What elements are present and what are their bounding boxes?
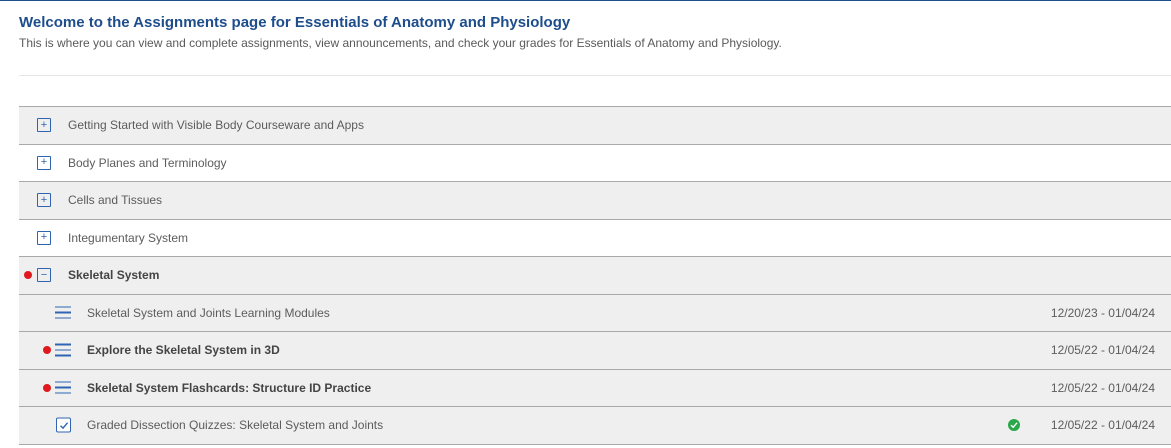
assignment-title[interactable]: Skeletal System and Joints Learning Modu… xyxy=(87,306,330,320)
collapse-icon[interactable]: − xyxy=(37,268,51,283)
page-header: Welcome to the Assignments page for Esse… xyxy=(19,14,1159,51)
assignment-row[interactable]: Explore the Skeletal System in 3D 12/05/… xyxy=(19,332,1171,370)
assignment-list: + Getting Started with Visible Body Cour… xyxy=(19,106,1171,445)
section-label[interactable]: Body Planes and Terminology xyxy=(68,156,227,170)
assignment-dates: 12/05/22 - 01/04/24 xyxy=(1050,418,1155,433)
assignment-title[interactable]: Graded Dissection Quizzes: Skeletal Syst… xyxy=(87,418,383,432)
assignment-title[interactable]: Skeletal System Flashcards: Structure ID… xyxy=(87,381,371,395)
section-integumentary[interactable]: + Integumentary System xyxy=(19,219,1171,257)
list-icon xyxy=(55,306,71,319)
expand-icon[interactable]: + xyxy=(37,155,51,170)
completed-check-icon xyxy=(1008,419,1020,432)
assignment-row[interactable]: Graded Dissection Quizzes: Skeletal Syst… xyxy=(19,407,1171,445)
expand-icon[interactable]: + xyxy=(37,230,51,245)
page-title: Welcome to the Assignments page for Esse… xyxy=(19,14,571,31)
unread-dot-icon xyxy=(43,346,51,355)
section-label[interactable]: Skeletal System xyxy=(68,268,159,282)
header-divider xyxy=(19,75,1171,76)
top-border xyxy=(0,0,1171,1)
section-cells-tissues[interactable]: + Cells and Tissues xyxy=(19,182,1171,220)
section-getting-started[interactable]: + Getting Started with Visible Body Cour… xyxy=(19,107,1171,145)
list-icon xyxy=(55,343,71,357)
page-subtitle: This is where you can view and complete … xyxy=(19,36,782,50)
unread-dot-icon xyxy=(43,383,51,392)
section-skeletal-system[interactable]: − Skeletal System xyxy=(19,257,1171,295)
assignment-dates: 12/05/22 - 01/04/24 xyxy=(1050,380,1155,395)
assignment-dates: 12/05/22 - 01/04/24 xyxy=(1050,343,1155,358)
expand-icon[interactable]: + xyxy=(37,193,51,208)
section-label[interactable]: Cells and Tissues xyxy=(68,193,162,207)
checkbox-icon xyxy=(56,417,71,433)
list-icon xyxy=(55,381,71,394)
expand-icon[interactable]: + xyxy=(37,118,51,133)
section-label[interactable]: Integumentary System xyxy=(68,231,188,245)
assignment-row[interactable]: Skeletal System Flashcards: Structure ID… xyxy=(19,369,1171,407)
section-label[interactable]: Getting Started with Visible Body Course… xyxy=(68,118,364,132)
assignment-dates: 12/20/23 - 01/04/24 xyxy=(1050,305,1155,320)
assignment-row[interactable]: Skeletal System and Joints Learning Modu… xyxy=(19,294,1171,332)
unread-dot-icon xyxy=(24,271,32,280)
assignment-title[interactable]: Explore the Skeletal System in 3D xyxy=(87,343,280,357)
section-body-planes[interactable]: + Body Planes and Terminology xyxy=(19,144,1171,182)
